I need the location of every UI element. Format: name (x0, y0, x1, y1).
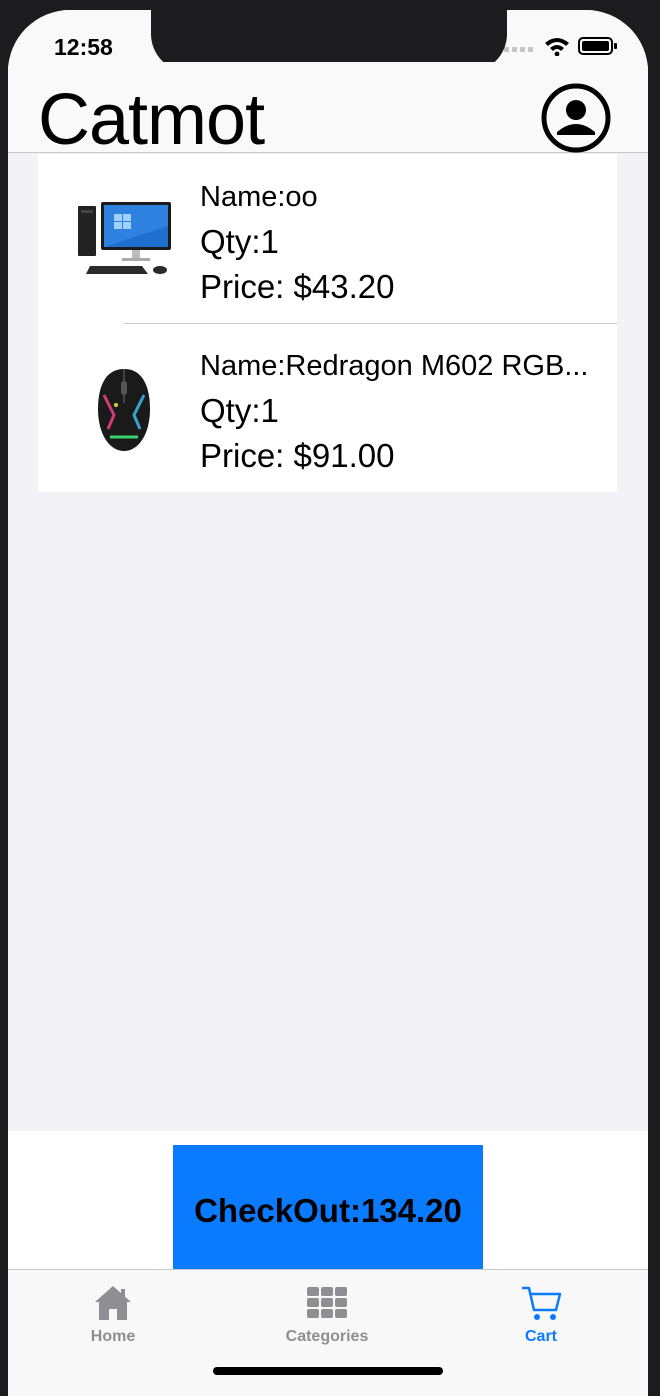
item-qty: Qty:1 (200, 392, 279, 429)
cart-icon (522, 1286, 562, 1320)
checkout-area: CheckOut:134.20 (8, 1131, 648, 1271)
gaming-mouse-image (98, 369, 150, 451)
list-item[interactable]: Name:Redragon M602 RGB... Qty:1 Price: $… (38, 323, 617, 492)
tab-home-label: Home (90, 1328, 136, 1345)
item-price: Price: $43.20 (200, 268, 395, 305)
grid-icon (307, 1287, 347, 1318)
item-name: Name:Redragon M602 RGB... (200, 350, 589, 382)
item-price: Price: $91.00 (200, 437, 395, 474)
tab-bar: Home Categories Cart (8, 1269, 648, 1396)
home-indicator (213, 1367, 443, 1375)
profile-icon[interactable] (540, 82, 612, 154)
item-name: Name:oo (200, 181, 318, 213)
wifi-icon (545, 38, 569, 56)
page-title: Catmot (38, 80, 265, 160)
status-icons (504, 36, 618, 56)
list-item[interactable]: Name:oo Qty:1 Price: $43.20 (38, 154, 617, 323)
item-details: Name:Redragon M602 RGB... Qty:1 Price: $… (200, 349, 605, 477)
tab-cart-label: Cart (524, 1328, 557, 1345)
home-icon (95, 1286, 131, 1320)
desktop-computer-image (78, 202, 171, 274)
battery-icon (578, 37, 617, 55)
status-time: 12:58 (54, 34, 113, 60)
navigation-header: Catmot (8, 62, 648, 160)
tab-cart[interactable]: Cart (476, 1284, 606, 1346)
item-qty: Qty:1 (200, 223, 279, 260)
cart-list: Name:oo Qty:1 Price: $43.20 Name:Redrago… (38, 154, 617, 492)
app-screen: 12:58 Catmot Name:oo Qty:1 Price: $43.20… (8, 10, 648, 1396)
tab-home[interactable]: Home (48, 1284, 178, 1346)
item-details: Name:oo Qty:1 Price: $43.20 (200, 180, 605, 308)
signal-icon (504, 47, 533, 52)
checkout-button[interactable]: CheckOut:134.20 (173, 1145, 483, 1271)
tab-categories[interactable]: Categories (262, 1284, 392, 1346)
tab-categories-label: Categories (285, 1328, 369, 1345)
